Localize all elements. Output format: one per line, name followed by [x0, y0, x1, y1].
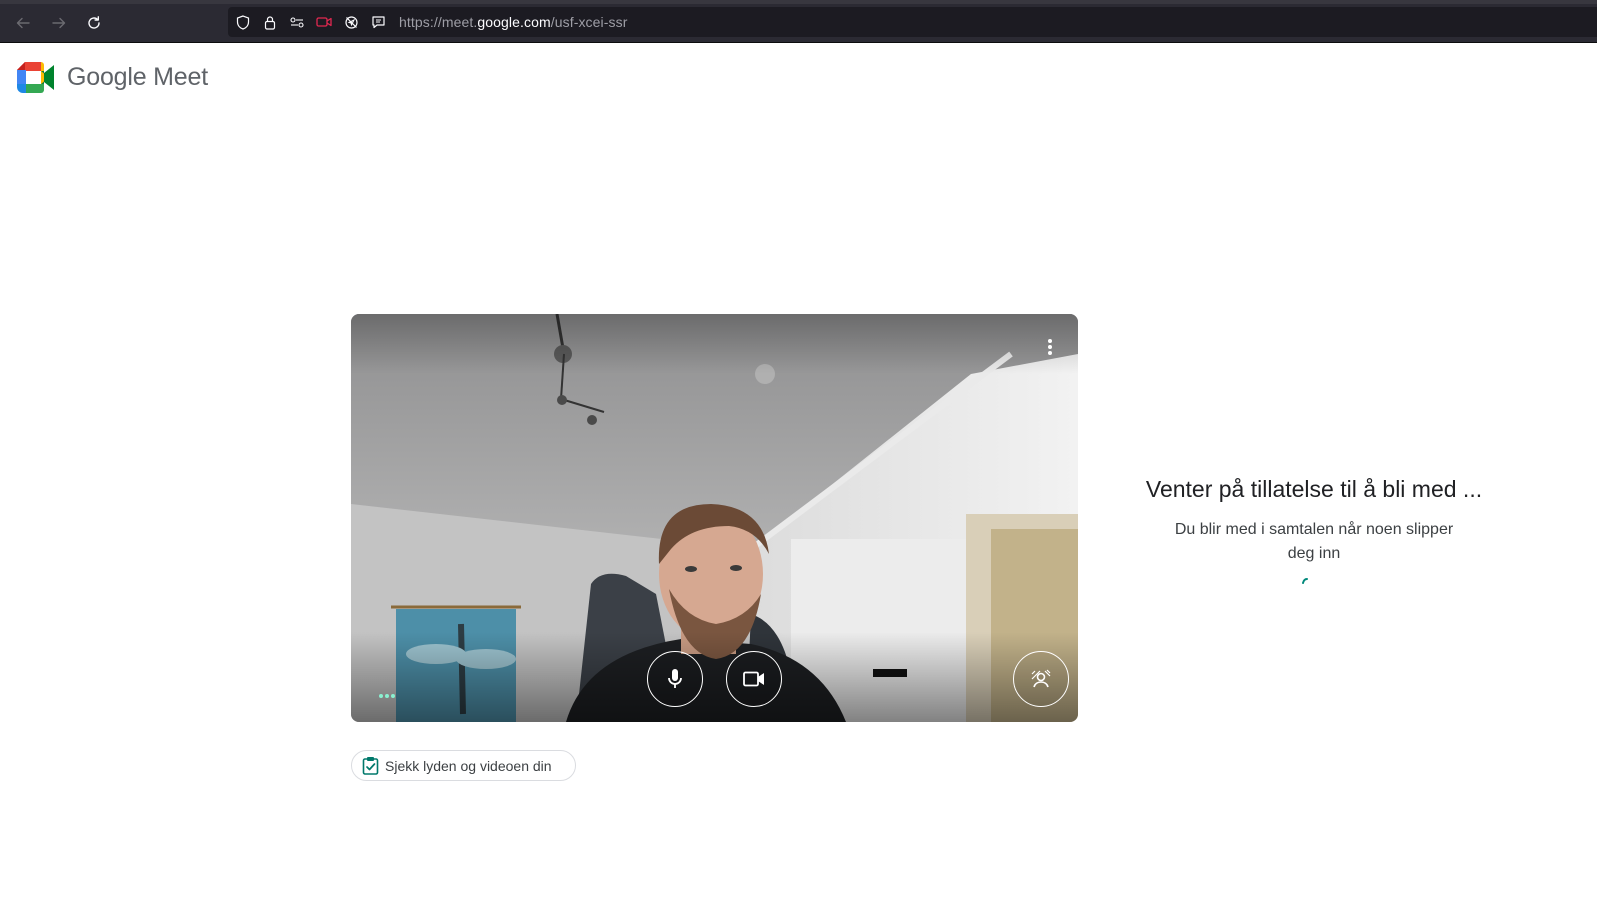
audio-level-indicator [379, 694, 395, 698]
location-blocked-icon[interactable] [340, 11, 362, 33]
waiting-subtitle: Du blir med i samtalen når noen slipper … [1174, 521, 1454, 562]
more-options-button[interactable] [1038, 332, 1062, 362]
microphone-toggle-button[interactable] [647, 651, 703, 707]
check-audio-video-button[interactable]: Sjekk lyden og videoen din [351, 750, 576, 781]
camera-active-icon[interactable] [313, 11, 335, 33]
more-vert-icon [1048, 339, 1052, 355]
reload-icon[interactable] [80, 10, 108, 36]
meet-logo-icon [17, 62, 54, 93]
google-meet-logo[interactable]: Google Meet [17, 62, 208, 93]
logo-text: Google Meet [67, 63, 208, 91]
url-bar[interactable]: https://meet.google.com/usf-xcei-ssr [228, 7, 1597, 37]
back-arrow-icon[interactable] [9, 10, 37, 36]
loading-spinner-icon [1302, 578, 1308, 584]
url-scheme: https://meet. [399, 14, 478, 30]
camera-toggle-button[interactable] [726, 651, 782, 707]
permissions-icon[interactable] [286, 11, 308, 33]
forward-arrow-icon[interactable] [45, 10, 73, 36]
shield-icon[interactable] [232, 11, 254, 33]
top-shade [351, 314, 1078, 374]
lock-icon[interactable] [259, 11, 281, 33]
reader-view-icon[interactable] [367, 11, 389, 33]
waiting-title: Venter på tillatelse til å bli med ... [1145, 476, 1483, 502]
check-audio-video-label: Sjekk lyden og videoen din [385, 757, 552, 774]
mic-icon [668, 669, 682, 688]
browser-toolbar: https://meet.google.com/usf-xcei-ssr [0, 0, 1597, 43]
video-preview [351, 314, 1078, 722]
clipboard-check-icon [362, 757, 379, 775]
bottom-shade [351, 632, 1078, 722]
videocam-icon [743, 671, 764, 687]
url-text[interactable]: https://meet.google.com/usf-xcei-ssr [399, 14, 627, 30]
url-path: /usf-xcei-ssr [550, 14, 628, 30]
visual-effects-button[interactable] [1013, 651, 1069, 707]
visual-effects-icon [1031, 669, 1051, 688]
url-host: google.com [477, 14, 551, 30]
